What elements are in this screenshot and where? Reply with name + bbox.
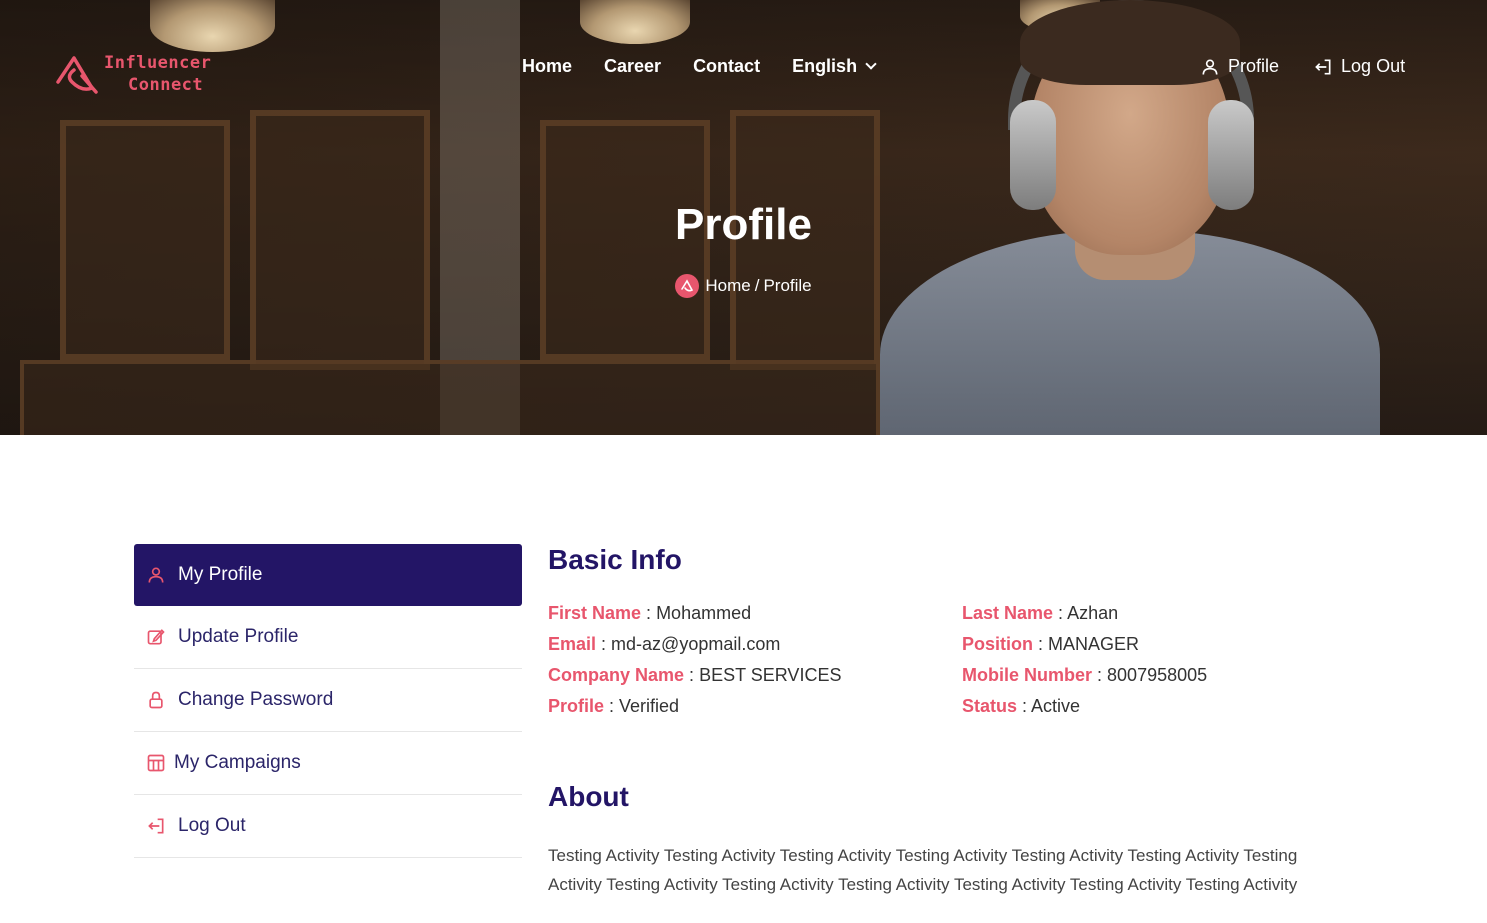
sidebar-item-update-profile[interactable]: Update Profile	[134, 606, 522, 669]
campaign-icon	[147, 754, 165, 772]
info-profile: Profile : Verified	[548, 696, 680, 716]
sidebar-item-label: Update Profile	[178, 626, 299, 647]
info-label: Email	[548, 634, 597, 654]
about-text: Testing Activity Testing Activity Testin…	[548, 846, 1298, 894]
logout-icon	[1315, 59, 1331, 74]
nav-profile-label: Profile	[1228, 56, 1280, 76]
user-icon	[148, 567, 164, 583]
info-value: Azhan	[1067, 603, 1119, 623]
nav-home[interactable]: Home	[522, 56, 572, 77]
info-last-name: Last Name : Azhan	[962, 603, 1119, 623]
about-title: About	[548, 781, 629, 812]
info-first-name: First Name : Mohammed	[548, 603, 752, 623]
brand-name-line1: Influencer	[104, 53, 212, 73]
profile-sidebar: My Profile Update Profile Change Passwor…	[134, 544, 522, 858]
basic-info-grid: First Name : Mohammed Last Name : Azhan …	[548, 602, 1348, 717]
breadcrumb: Home / Profile	[0, 274, 1487, 298]
nav-language-dropdown[interactable]: English	[792, 56, 877, 77]
main-nav: Home Career Contact English	[522, 56, 877, 77]
nav-career[interactable]: Career	[604, 56, 661, 77]
sidebar-item-my-campaigns[interactable]: My Campaigns	[134, 732, 522, 795]
info-value: Verified	[619, 696, 680, 716]
info-value: Active	[1031, 696, 1081, 716]
nav-logout-label: Log Out	[1341, 56, 1406, 76]
sidebar-item-log-out[interactable]: Log Out	[134, 795, 522, 858]
sidebar-item-label: My Campaigns	[174, 752, 301, 773]
lock-icon	[149, 691, 163, 709]
breadcrumb-current: Profile	[763, 276, 812, 295]
info-label: Status	[962, 696, 1018, 716]
chevron-down-icon	[865, 58, 877, 70]
nav-language-label: English	[792, 56, 858, 76]
info-company-name: Company Name : BEST SERVICES	[548, 665, 842, 685]
info-value: 8007958005	[1107, 665, 1208, 685]
ceiling-lamp	[580, 0, 690, 44]
window-pane	[20, 360, 880, 435]
sidebar-item-label: My Profile	[178, 564, 263, 585]
brand-name-line2: Connect	[128, 75, 204, 95]
sidebar-item-change-password[interactable]: Change Password	[134, 669, 522, 732]
ceiling-lamp	[150, 0, 275, 52]
info-value: MANAGER	[1048, 634, 1140, 654]
sidebar-item-label: Change Password	[178, 689, 334, 710]
info-label: Last Name	[962, 603, 1054, 623]
profile-content: Basic Info First Name : Mohammed Last Na…	[548, 544, 1348, 899]
breadcrumb-logo-icon	[675, 274, 700, 298]
info-email: Email : md-az@yopmail.com	[548, 634, 781, 654]
sidebar-item-my-profile[interactable]: My Profile	[134, 544, 522, 606]
info-label: First Name	[548, 603, 642, 623]
info-value: md-az@yopmail.com	[611, 634, 781, 654]
info-mobile-number: Mobile Number : 8007958005	[962, 665, 1208, 685]
sidebar-item-label: Log Out	[178, 815, 246, 836]
edit-icon	[147, 629, 165, 645]
logo-icon	[56, 56, 98, 94]
info-label: Mobile Number	[962, 665, 1093, 685]
info-status: Status : Active	[962, 696, 1081, 716]
logout-icon	[148, 818, 164, 834]
brand-logo[interactable]: Influencer Connect	[52, 52, 211, 96]
breadcrumb-home[interactable]: Home	[705, 276, 750, 296]
info-label: Profile	[548, 696, 605, 716]
info-position: Position : MANAGER	[962, 634, 1140, 654]
account-nav: Profile Log Out	[1200, 56, 1405, 77]
info-value: Mohammed	[656, 603, 752, 623]
nav-profile-link[interactable]: Profile	[1200, 56, 1279, 77]
breadcrumb-separator: /	[754, 276, 760, 295]
page-title: Profile	[675, 200, 812, 249]
user-icon	[1202, 59, 1218, 75]
basic-info-title: Basic Info	[548, 544, 682, 575]
info-label: Company Name	[548, 665, 685, 685]
info-label: Position	[962, 634, 1033, 654]
info-value: BEST SERVICES	[699, 665, 842, 685]
nav-contact[interactable]: Contact	[693, 56, 760, 77]
nav-logout-link[interactable]: Log Out	[1313, 56, 1405, 77]
